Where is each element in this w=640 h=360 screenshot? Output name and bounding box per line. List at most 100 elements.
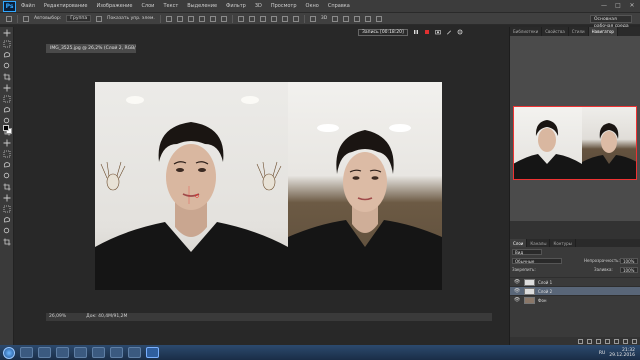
menu-image[interactable]: Изображение bbox=[96, 3, 132, 9]
blur-tool-icon[interactable] bbox=[3, 161, 11, 169]
align-bottom-icon[interactable] bbox=[187, 15, 194, 22]
distribute-center-icon[interactable] bbox=[281, 15, 288, 22]
zoom-level[interactable]: 26,09% bbox=[49, 313, 66, 321]
move-tool-icon[interactable] bbox=[3, 29, 11, 37]
opacity-input[interactable]: 100% bbox=[620, 258, 638, 264]
brush-tool-icon[interactable] bbox=[3, 106, 11, 114]
start-button[interactable] bbox=[3, 346, 15, 359]
align-right-icon[interactable] bbox=[220, 15, 227, 22]
tab-properties[interactable]: Свойства bbox=[542, 27, 569, 36]
auto-select-dropdown[interactable]: Группа bbox=[66, 15, 92, 22]
hand-tool-icon[interactable] bbox=[3, 227, 11, 235]
fill-input[interactable]: 100% bbox=[620, 267, 638, 273]
eraser-tool-icon[interactable] bbox=[3, 139, 11, 147]
3d-roll-icon[interactable] bbox=[343, 15, 350, 22]
stop-icon[interactable] bbox=[424, 29, 430, 35]
adjustment-layer-icon[interactable] bbox=[605, 338, 610, 344]
distribute-middle-icon[interactable] bbox=[248, 15, 255, 22]
show-controls-checkbox[interactable] bbox=[96, 15, 103, 22]
marquee-tool-icon[interactable] bbox=[3, 40, 11, 48]
visibility-eye-icon[interactable]: 👁 bbox=[513, 287, 521, 295]
menu-filter[interactable]: Фильтр bbox=[226, 3, 246, 9]
taskbar-app-icon[interactable] bbox=[20, 347, 33, 358]
type-tool-icon[interactable] bbox=[3, 194, 11, 202]
taskbar-app-icon[interactable] bbox=[38, 347, 51, 358]
pen-draw-icon[interactable] bbox=[446, 29, 452, 35]
new-layer-icon[interactable] bbox=[623, 338, 628, 344]
workspace-select[interactable]: Основная рабочая среда bbox=[590, 15, 632, 29]
move-tool-preset-icon[interactable] bbox=[6, 15, 12, 22]
clone-stamp-tool-icon[interactable] bbox=[3, 117, 11, 125]
taskbar-app-icon[interactable] bbox=[92, 347, 105, 358]
visibility-eye-icon[interactable]: 👁 bbox=[513, 278, 521, 286]
lasso-tool-icon[interactable] bbox=[3, 51, 11, 59]
language-indicator[interactable]: RU bbox=[599, 351, 605, 356]
layer-style-icon[interactable] bbox=[587, 338, 592, 344]
tab-navigator[interactable]: Навигатор bbox=[588, 27, 618, 36]
document-tab[interactable]: IMG_3525.jpg @ 26,2% (Слой 2, RGB/8*) * bbox=[46, 44, 136, 53]
menu-select[interactable]: Выделение bbox=[187, 3, 217, 9]
3d-rotate-icon[interactable] bbox=[332, 15, 339, 22]
quick-select-tool-icon[interactable] bbox=[3, 62, 11, 70]
image-canvas[interactable] bbox=[95, 82, 442, 290]
taskbar-app-icon[interactable] bbox=[128, 347, 141, 358]
distribute-left-icon[interactable] bbox=[270, 15, 277, 22]
menu-type[interactable]: Текст bbox=[163, 3, 178, 9]
navigator-view-box[interactable] bbox=[513, 106, 637, 180]
auto-align-icon[interactable] bbox=[309, 15, 316, 22]
healing-tool-icon[interactable] bbox=[3, 95, 11, 103]
taskbar-photoshop-icon[interactable] bbox=[146, 347, 159, 358]
distribute-bottom-icon[interactable] bbox=[259, 15, 266, 22]
pen-tool-icon[interactable] bbox=[3, 183, 11, 191]
distribute-right-icon[interactable] bbox=[292, 15, 299, 22]
taskbar-app-icon[interactable] bbox=[110, 347, 123, 358]
link-layers-icon[interactable] bbox=[578, 338, 583, 344]
tab-layers[interactable]: Слои bbox=[510, 239, 528, 247]
menu-layers[interactable]: Слои bbox=[141, 3, 154, 9]
distribute-top-icon[interactable] bbox=[237, 15, 244, 22]
layer-row[interactable]: 👁 Слой 1 bbox=[510, 277, 640, 286]
crop-tool-icon[interactable] bbox=[3, 73, 11, 81]
align-top-icon[interactable] bbox=[165, 15, 172, 22]
document-size-info[interactable]: Док: 40,4M/91,2M bbox=[86, 313, 127, 321]
3d-pan-icon[interactable] bbox=[354, 15, 361, 22]
blend-mode-select[interactable]: Обычные bbox=[512, 258, 562, 264]
menu-help[interactable]: Справка bbox=[328, 3, 350, 9]
tab-paths[interactable]: Контуры bbox=[550, 239, 576, 247]
menu-view[interactable]: Просмотр bbox=[271, 3, 297, 9]
menu-file[interactable]: Файл bbox=[21, 3, 35, 9]
layer-filter-select[interactable]: Вид bbox=[512, 249, 542, 255]
menu-window[interactable]: Окно bbox=[306, 3, 319, 9]
align-middle-icon[interactable] bbox=[176, 15, 183, 22]
menu-edit[interactable]: Редактирование bbox=[44, 3, 88, 9]
add-mask-icon[interactable] bbox=[596, 338, 601, 344]
camera-icon[interactable] bbox=[434, 29, 441, 35]
dodge-tool-icon[interactable] bbox=[3, 172, 11, 180]
zoom-tool-icon[interactable] bbox=[3, 238, 11, 246]
maximize-button[interactable]: □ bbox=[614, 2, 622, 10]
settings-gear-icon[interactable] bbox=[457, 29, 463, 35]
clock[interactable]: 21:32 29.12.2016 bbox=[609, 348, 635, 358]
path-select-tool-icon[interactable] bbox=[3, 205, 11, 213]
foreground-color-swatch[interactable] bbox=[3, 125, 9, 131]
navigator-thumbnail[interactable] bbox=[513, 106, 637, 180]
align-left-icon[interactable] bbox=[198, 15, 205, 22]
layer-row[interactable]: 👁 Фон bbox=[510, 295, 640, 304]
menu-3d[interactable]: 3D bbox=[255, 3, 262, 9]
close-button[interactable]: ✕ bbox=[628, 2, 636, 10]
tab-channels[interactable]: Каналы bbox=[527, 239, 551, 247]
3d-scale-icon[interactable] bbox=[376, 15, 383, 22]
pause-icon[interactable] bbox=[413, 29, 419, 35]
shape-tool-icon[interactable] bbox=[3, 216, 11, 224]
align-center-icon[interactable] bbox=[209, 15, 216, 22]
new-group-icon[interactable] bbox=[614, 338, 619, 344]
visibility-eye-icon[interactable]: 👁 bbox=[513, 296, 521, 304]
minimize-button[interactable]: — bbox=[600, 2, 608, 10]
taskbar-app-icon[interactable] bbox=[56, 347, 69, 358]
tab-styles[interactable]: Стили bbox=[569, 27, 589, 36]
taskbar-app-icon[interactable] bbox=[74, 347, 87, 358]
eyedropper-tool-icon[interactable] bbox=[3, 84, 11, 92]
layer-row-selected[interactable]: 👁 Слой 2 bbox=[510, 286, 640, 295]
auto-select-checkbox[interactable] bbox=[23, 15, 29, 22]
3d-slide-icon[interactable] bbox=[365, 15, 372, 22]
